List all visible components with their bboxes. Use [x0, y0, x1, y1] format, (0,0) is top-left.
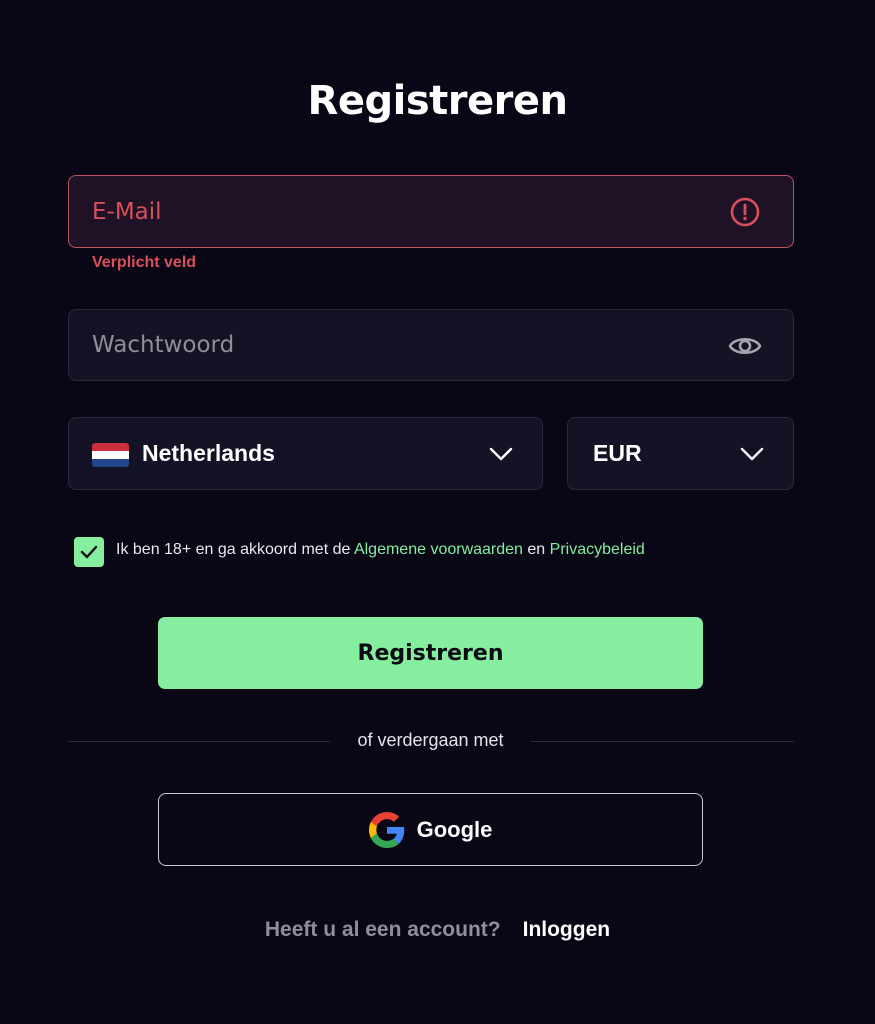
login-link[interactable]: Inloggen — [523, 918, 611, 941]
google-login-button[interactable]: Google — [158, 793, 703, 866]
age-consent-checkbox[interactable] — [74, 537, 104, 567]
eye-icon[interactable] — [727, 330, 763, 362]
currency-selected-value: EUR — [593, 440, 642, 466]
privacy-link[interactable]: Privacybeleid — [550, 541, 645, 558]
country-select[interactable]: Netherlands — [68, 417, 543, 490]
password-field[interactable] — [68, 309, 794, 381]
error-icon — [730, 197, 760, 227]
checkmark-icon — [80, 545, 98, 559]
divider-left — [68, 741, 330, 742]
google-button-label: Google — [416, 816, 493, 842]
registration-page: Registreren Verplicht veld Netherlands E… — [0, 0, 875, 1024]
divider-text: of verdergaan met — [357, 730, 504, 750]
google-icon — [368, 811, 404, 848]
terms-link[interactable]: Algemene voorwaarden — [354, 541, 523, 558]
email-error-message: Verplicht veld — [92, 254, 197, 271]
consent-text-before: Ik ben 18+ en ga akkoord met de — [116, 541, 354, 558]
page-title: Registreren — [307, 78, 568, 124]
login-prompt: Heeft u al een account? Inloggen — [0, 918, 875, 942]
divider-right — [531, 741, 794, 742]
chevron-down-icon — [740, 447, 764, 461]
country-selected-value: Netherlands — [142, 440, 275, 466]
consent-text: Ik ben 18+ en ga akkoord met de Algemene… — [116, 541, 645, 559]
consent-text-between: en — [522, 541, 550, 558]
password-input[interactable] — [92, 310, 692, 380]
register-button[interactable]: Registreren — [158, 617, 703, 689]
account-question: Heeft u al een account? — [264, 918, 501, 941]
netherlands-flag-icon — [92, 443, 129, 467]
email-field[interactable] — [68, 175, 794, 248]
email-input[interactable] — [92, 176, 692, 247]
chevron-down-icon — [489, 447, 513, 461]
currency-select[interactable]: EUR — [567, 417, 794, 490]
